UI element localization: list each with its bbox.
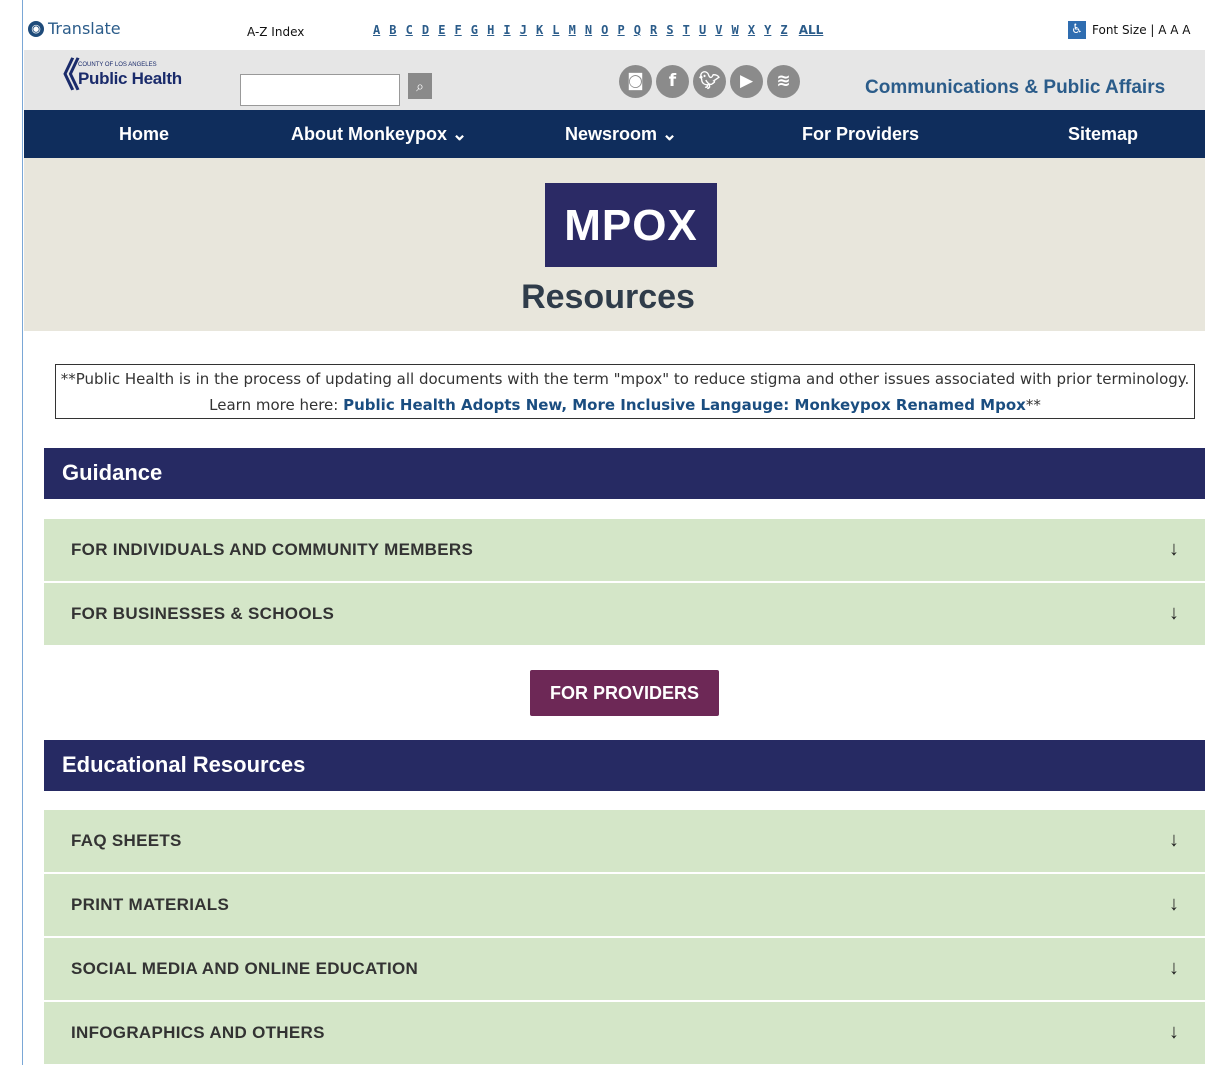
az-letter-all[interactable]: ALL — [799, 23, 824, 37]
arrow-down-icon: ↓ — [1169, 829, 1179, 851]
youtube-icon[interactable]: ▶ — [730, 65, 763, 98]
az-letter-f[interactable]: F — [454, 23, 470, 37]
accordion-label: SOCIAL MEDIA AND ONLINE EDUCATION — [71, 959, 419, 978]
az-letter-u[interactable]: U — [699, 23, 715, 37]
font-size-control[interactable]: ♿ Font Size | A A A — [1068, 21, 1191, 39]
nav-about-label: About Monkeypox — [291, 124, 447, 144]
accordion-individuals[interactable]: FOR INDIVIDUALS AND COMMUNITY MEMBERS ↓ — [44, 519, 1205, 581]
facebook-icon[interactable]: f — [656, 65, 689, 98]
page-title: Resources — [521, 278, 695, 316]
nav-newsroom-label: Newsroom — [565, 124, 658, 144]
accordion-label: FAQ SHEETS — [71, 831, 182, 850]
arrow-down-icon: ↓ — [1169, 602, 1179, 624]
search-input[interactable] — [240, 74, 400, 106]
accessibility-icon[interactable]: ♿ — [1068, 21, 1086, 39]
guidance-heading: Guidance — [44, 448, 1205, 499]
az-letter-v[interactable]: V — [715, 23, 731, 37]
accordion-label: INFOGRAPHICS AND OTHERS — [71, 1023, 325, 1042]
az-letter-m[interactable]: M — [569, 23, 585, 37]
search-icon: ⌕ — [416, 78, 424, 94]
nav-item-home[interactable]: Home — [119, 124, 169, 145]
az-letter-i[interactable]: I — [503, 23, 519, 37]
accordion-social[interactable]: SOCIAL MEDIA AND ONLINE EDUCATION ↓ — [44, 938, 1205, 1000]
az-letter-h[interactable]: H — [487, 23, 503, 37]
az-letter-e[interactable]: E — [438, 23, 454, 37]
educational-heading: Educational Resources — [44, 740, 1205, 791]
nav-item-sitemap[interactable]: Sitemap — [1068, 124, 1138, 145]
terminology-notice: **Public Health is in the process of upd… — [55, 364, 1195, 419]
utility-bar: ◉ Translate A-Z Index A B C D E F G H I … — [24, 0, 1205, 50]
arrow-down-icon: ↓ — [1169, 893, 1179, 915]
hero-banner: MPOX Resources — [24, 158, 1205, 331]
accordion-label: FOR INDIVIDUALS AND COMMUNITY MEMBERS — [71, 540, 474, 559]
spotify-icon[interactable]: ≋ — [767, 65, 800, 98]
accordion-label: PRINT MATERIALS — [71, 895, 230, 914]
az-letter-p[interactable]: P — [617, 23, 633, 37]
search-button[interactable]: ⌕ — [408, 73, 432, 99]
az-letter-x[interactable]: X — [748, 23, 764, 37]
az-letter-c[interactable]: C — [406, 23, 422, 37]
az-letter-t[interactable]: T — [683, 23, 699, 37]
az-letter-l[interactable]: L — [552, 23, 568, 37]
nav-item-newsroom[interactable]: Newsroom ⌄ — [565, 124, 677, 145]
twitter-icon[interactable]: 🐦︎ — [693, 65, 726, 98]
instagram-icon[interactable]: ◙ — [619, 65, 652, 98]
accordion-faq[interactable]: FAQ SHEETS ↓ — [44, 810, 1205, 872]
department-title[interactable]: Communications & Public Affairs — [865, 77, 1165, 99]
font-size-label[interactable]: Font Size | A A A — [1092, 23, 1191, 37]
accordion-label: FOR BUSINESSES & SCHOOLS — [71, 604, 335, 623]
arrow-down-icon: ↓ — [1169, 1021, 1179, 1043]
az-letter-b[interactable]: B — [389, 23, 405, 37]
arrow-down-icon: ↓ — [1169, 957, 1179, 979]
main-nav: Home About Monkeypox ⌄ Newsroom ⌄ For Pr… — [24, 110, 1205, 158]
public-health-logo[interactable]: 《 COUNTY OF LOS ANGELES Public Health — [46, 56, 196, 104]
site-header: 《 COUNTY OF LOS ANGELES Public Health ⌕ … — [24, 50, 1205, 110]
chevron-down-icon: ⌄ — [662, 124, 678, 144]
az-letter-s[interactable]: S — [666, 23, 682, 37]
notice-link[interactable]: Public Health Adopts New, More Inclusive… — [343, 396, 1026, 414]
nav-item-about[interactable]: About Monkeypox ⌄ — [291, 124, 467, 145]
az-letter-d[interactable]: D — [422, 23, 438, 37]
logo-county-text: COUNTY OF LOS ANGELES — [78, 62, 157, 68]
az-letter-g[interactable]: G — [471, 23, 487, 37]
az-letter-j[interactable]: J — [520, 23, 536, 37]
translate-link[interactable]: ◉ Translate — [28, 19, 121, 38]
az-letter-q[interactable]: Q — [634, 23, 650, 37]
logo-mark-icon: 《 — [46, 56, 80, 96]
az-letter-o[interactable]: O — [601, 23, 617, 37]
az-letter-y[interactable]: Y — [764, 23, 780, 37]
notice-suffix: ** — [1025, 396, 1041, 414]
mpox-badge: MPOX — [545, 183, 717, 267]
az-letter-r[interactable]: R — [650, 23, 666, 37]
az-letter-z[interactable]: Z — [780, 23, 796, 37]
translate-label: Translate — [48, 19, 121, 38]
az-letter-n[interactable]: N — [585, 23, 601, 37]
page-border — [22, 0, 23, 1065]
for-providers-button[interactable]: FOR PROVIDERS — [530, 670, 719, 716]
accordion-businesses[interactable]: FOR BUSINESSES & SCHOOLS ↓ — [44, 583, 1205, 645]
accordion-infographics[interactable]: INFOGRAPHICS AND OTHERS ↓ — [44, 1002, 1205, 1064]
az-letter-k[interactable]: K — [536, 23, 552, 37]
az-letter-w[interactable]: W — [732, 23, 748, 37]
chevron-down-icon: ⌄ — [452, 124, 468, 144]
globe-icon: ◉ — [28, 20, 44, 37]
az-letter-a[interactable]: A — [373, 23, 389, 37]
arrow-down-icon: ↓ — [1169, 538, 1179, 560]
accordion-print[interactable]: PRINT MATERIALS ↓ — [44, 874, 1205, 936]
logo-title: Public Health — [78, 69, 182, 88]
social-links: ◙ f 🐦︎ ▶ ≋ — [619, 65, 800, 98]
az-index-label: A-Z Index — [247, 25, 305, 39]
nav-item-providers[interactable]: For Providers — [802, 124, 919, 145]
az-letter-list: A B C D E F G H I J K L M N O P Q R S T … — [373, 23, 823, 37]
